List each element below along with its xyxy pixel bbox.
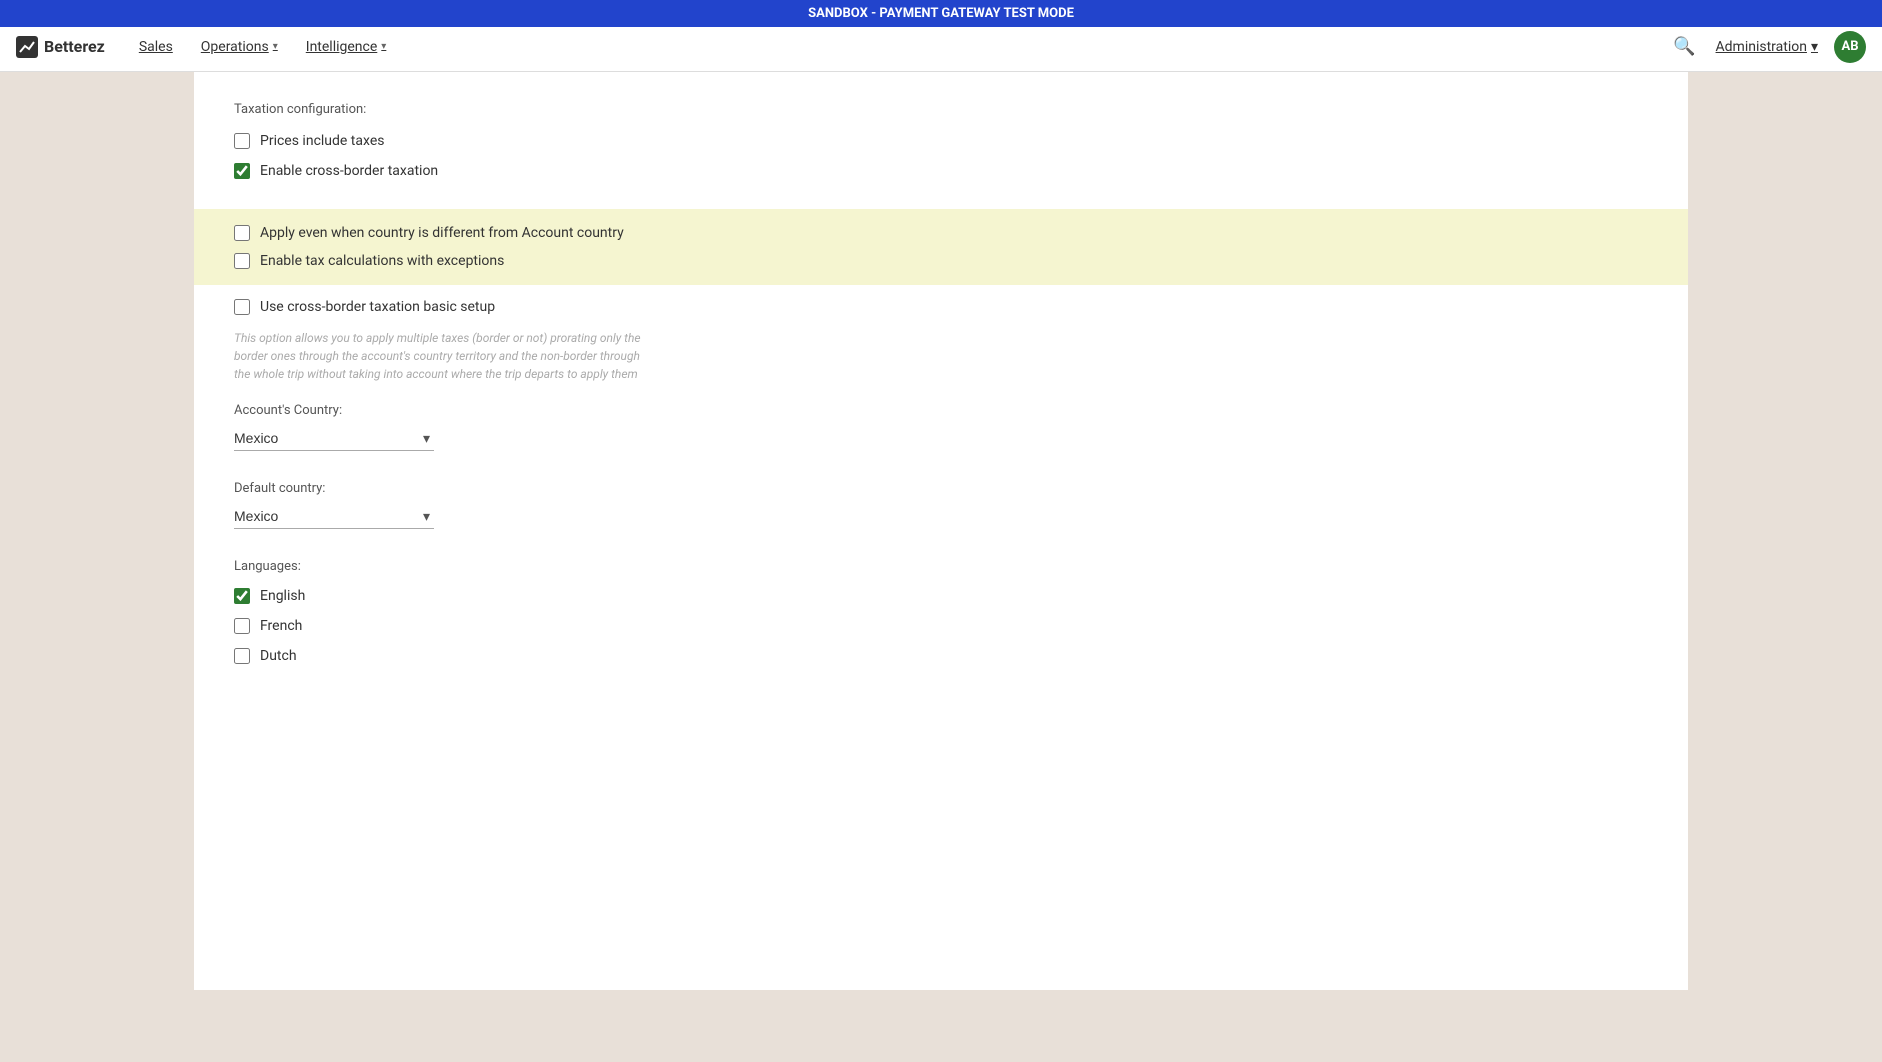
lang-dutch-checkbox[interactable] bbox=[234, 648, 250, 664]
content-area: Taxation configuration: Prices include t… bbox=[194, 72, 1688, 990]
administration-button[interactable]: Administration ▾ bbox=[1716, 39, 1818, 55]
nav-sales[interactable]: Sales bbox=[129, 33, 183, 61]
main-layout: Taxation configuration: Prices include t… bbox=[0, 72, 1882, 990]
admin-chevron-icon: ▾ bbox=[1811, 39, 1818, 55]
lang-dutch-row: Dutch bbox=[234, 648, 1648, 664]
lang-english-checkbox[interactable] bbox=[234, 588, 250, 604]
enable-cross-border-label: Enable cross-border taxation bbox=[260, 163, 438, 179]
enable-tax-calc-row: Enable tax calculations with exceptions bbox=[234, 253, 1648, 269]
default-country-select[interactable]: Mexico United States Canada Brazil bbox=[234, 504, 434, 529]
user-avatar[interactable]: AB bbox=[1834, 31, 1866, 63]
sidebar bbox=[0, 72, 194, 990]
default-country-group: Default country: Mexico United States Ca… bbox=[234, 481, 1648, 529]
lang-french-checkbox[interactable] bbox=[234, 618, 250, 634]
enable-tax-calc-label: Enable tax calculations with exceptions bbox=[260, 253, 504, 269]
lang-french-row: French bbox=[234, 618, 1648, 634]
use-cross-border-basic-checkbox[interactable] bbox=[234, 299, 250, 315]
search-icon: 🔍 bbox=[1673, 36, 1695, 56]
helper-text: This option allows you to apply multiple… bbox=[234, 329, 654, 383]
enable-cross-border-row: Enable cross-border taxation bbox=[234, 163, 1648, 179]
logo[interactable]: Betterez bbox=[16, 36, 105, 58]
accounts-country-select[interactable]: Mexico United States Canada Brazil bbox=[234, 426, 434, 451]
right-panel bbox=[1688, 72, 1882, 990]
accounts-country-select-wrapper: Mexico United States Canada Brazil ▾ bbox=[234, 426, 434, 451]
default-country-label: Default country: bbox=[234, 481, 1648, 496]
navbar: Betterez Sales Operations ▾ Intelligence… bbox=[0, 22, 1882, 72]
search-button[interactable]: 🔍 bbox=[1669, 32, 1699, 61]
highlighted-section: Apply even when country is different fro… bbox=[194, 209, 1688, 285]
prices-include-taxes-checkbox[interactable] bbox=[234, 133, 250, 149]
logo-icon bbox=[16, 36, 38, 58]
lang-english-label: English bbox=[260, 588, 305, 604]
taxation-config-label: Taxation configuration: bbox=[234, 102, 1648, 117]
languages-section: Languages: English French Dutch bbox=[234, 559, 1648, 664]
languages-label: Languages: bbox=[234, 559, 1648, 574]
accounts-country-label: Account's Country: bbox=[234, 403, 1648, 418]
operations-chevron-icon: ▾ bbox=[273, 41, 278, 52]
enable-tax-calc-checkbox[interactable] bbox=[234, 253, 250, 269]
nav-intelligence[interactable]: Intelligence ▾ bbox=[296, 33, 397, 61]
enable-cross-border-checkbox[interactable] bbox=[234, 163, 250, 179]
apply-even-when-label: Apply even when country is different fro… bbox=[260, 225, 624, 241]
prices-include-taxes-row: Prices include taxes bbox=[234, 133, 1648, 149]
lang-dutch-label: Dutch bbox=[260, 648, 297, 664]
prices-include-taxes-label: Prices include taxes bbox=[260, 133, 384, 149]
lang-french-label: French bbox=[260, 618, 302, 634]
taxation-config-section: Taxation configuration: Prices include t… bbox=[234, 102, 1648, 179]
apply-even-when-checkbox[interactable] bbox=[234, 225, 250, 241]
use-cross-border-basic-row: Use cross-border taxation basic setup bbox=[234, 299, 1648, 315]
navbar-menu: Sales Operations ▾ Intelligence ▾ bbox=[129, 33, 1669, 61]
use-cross-border-basic-label: Use cross-border taxation basic setup bbox=[260, 299, 495, 315]
lang-english-row: English bbox=[234, 588, 1648, 604]
accounts-country-group: Account's Country: Mexico United States … bbox=[234, 403, 1648, 451]
default-country-select-wrapper: Mexico United States Canada Brazil ▾ bbox=[234, 504, 434, 529]
nav-operations[interactable]: Operations ▾ bbox=[191, 33, 288, 61]
apply-even-when-row: Apply even when country is different fro… bbox=[234, 225, 1648, 241]
sandbox-banner: SANDBOX - PAYMENT GATEWAY TEST MODE bbox=[0, 0, 1882, 27]
intelligence-chevron-icon: ▾ bbox=[381, 41, 386, 52]
navbar-right: 🔍 Administration ▾ AB bbox=[1669, 31, 1866, 63]
